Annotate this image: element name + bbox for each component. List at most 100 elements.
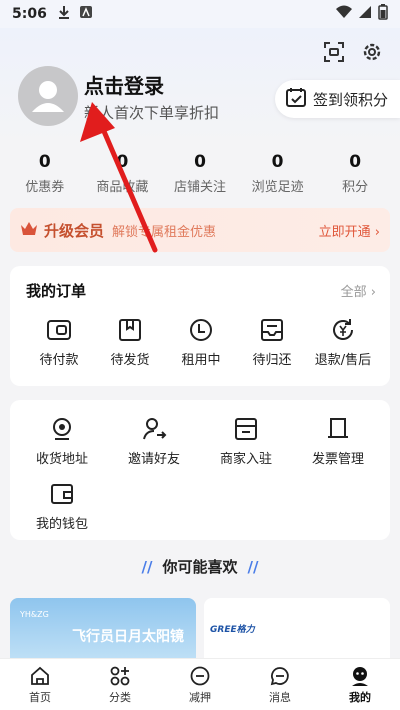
- tab-label: 消息: [269, 691, 291, 704]
- stat-history[interactable]: 0 浏览足迹: [242, 152, 314, 200]
- order-status-label: 退款/售后: [314, 353, 372, 368]
- profile-icon: [352, 667, 368, 686]
- crown-icon: [20, 220, 38, 240]
- deposit-icon: [190, 666, 210, 686]
- status-bar: 5:06: [0, 0, 400, 28]
- stat-points[interactable]: 0 积分: [319, 152, 391, 200]
- tab-deposit[interactable]: 减押: [160, 659, 240, 710]
- tool-address[interactable]: 收货地址: [16, 416, 108, 467]
- signin-label: 签到领积分: [312, 90, 388, 109]
- tool-label: 收货地址: [35, 452, 88, 467]
- orders-all-link[interactable]: 全部 ›: [341, 281, 376, 300]
- category-icon: [110, 666, 130, 686]
- decor-bars-icon: //: [141, 558, 153, 576]
- tool-label: 邀请好友: [127, 452, 180, 467]
- tool-wallet[interactable]: 我的钱包: [16, 481, 108, 532]
- tool-label: 商家入驻: [219, 452, 272, 467]
- stat-label: 浏览足迹: [251, 180, 304, 195]
- calendar-check-icon: [285, 86, 307, 112]
- order-status-label: 待发货: [110, 353, 150, 368]
- decor-bars-icon: //: [247, 558, 259, 576]
- tool-label: 我的钱包: [35, 517, 88, 532]
- scan-icon[interactable]: [322, 40, 346, 64]
- tab-profile[interactable]: 我的: [320, 659, 400, 710]
- product-brand-logo: GREE格力: [210, 625, 255, 635]
- stat-label: 优惠券: [25, 180, 65, 195]
- login-subtitle: 新人首次下单享折扣: [84, 104, 220, 122]
- login-title[interactable]: 点击登录: [84, 70, 164, 99]
- stat-favorites[interactable]: 0 商品收藏: [86, 152, 158, 200]
- order-status-label: 待付款: [39, 353, 79, 368]
- wallet-icon: [47, 320, 71, 340]
- vip-title: 升级会员: [44, 221, 105, 240]
- stat-coupons[interactable]: 0 优惠券: [9, 152, 81, 200]
- recommend-section-title: // 你可能喜欢 //: [0, 556, 400, 582]
- tool-label: 发票管理: [311, 452, 364, 467]
- order-pending-return[interactable]: 待归还: [239, 317, 305, 368]
- home-icon: [31, 666, 49, 685]
- tray-icon: [261, 319, 283, 341]
- settings-gear-icon[interactable]: [360, 40, 384, 64]
- tab-label: 分类: [109, 691, 131, 704]
- order-status-label: 租用中: [181, 353, 221, 368]
- stat-label: 店铺关注: [173, 180, 226, 195]
- tab-category[interactable]: 分类: [80, 659, 160, 710]
- stat-label: 商品收藏: [96, 180, 149, 195]
- stat-count: 0: [116, 152, 129, 172]
- tools-card: 收货地址 邀请好友 商家入驻 发票管理 我的钱包: [10, 400, 390, 540]
- clock-icon: [190, 319, 212, 341]
- order-status-row: 待付款 待发货 租用中 待归还 退款/售后: [26, 317, 376, 368]
- refund-icon: [333, 319, 353, 340]
- stat-count: 0: [194, 152, 206, 172]
- stat-label: 积分: [342, 180, 369, 195]
- invite-icon: [143, 418, 167, 440]
- status-time: 5:06: [12, 6, 47, 22]
- header-actions: [322, 40, 384, 64]
- signal-icon: [358, 5, 372, 23]
- stat-followed-shops[interactable]: 0 店铺关注: [164, 152, 236, 200]
- stats-row: 0 优惠券 0 商品收藏 0 店铺关注 0 浏览足迹 0 积分: [0, 148, 400, 200]
- product-card[interactable]: YH&ZG 飞行员日月太阳镜: [10, 598, 196, 660]
- tab-messages[interactable]: 消息: [240, 659, 320, 710]
- vip-desc: 解锁专属租金优惠: [112, 224, 217, 240]
- recommend-title: 你可能喜欢: [162, 558, 238, 576]
- tool-invite[interactable]: 邀请好友: [108, 416, 200, 467]
- order-refund[interactable]: 退款/售后: [310, 317, 376, 368]
- default-avatar-icon: [32, 81, 64, 112]
- product-card[interactable]: GREE格力: [204, 598, 390, 660]
- stat-count: 0: [38, 152, 51, 172]
- box-icon: [119, 319, 141, 341]
- avatar[interactable]: [18, 66, 78, 126]
- battery-icon: [378, 4, 388, 24]
- tab-label: 首页: [29, 691, 51, 704]
- store-icon: [235, 418, 257, 440]
- orders-header: 我的订单 全部 ›: [26, 280, 376, 301]
- order-pending-shipment[interactable]: 待发货: [97, 317, 163, 368]
- signin-points-button[interactable]: 签到领积分: [274, 80, 400, 118]
- wallet-icon: [51, 484, 73, 504]
- product-brand: YH&ZG: [20, 610, 49, 619]
- orders-title: 我的订单: [26, 282, 87, 300]
- tool-invoice[interactable]: 发票管理: [292, 416, 384, 467]
- tools-row: 我的钱包: [16, 481, 384, 532]
- bottom-tab-bar: 首页 分类 减押 消息 我的: [0, 658, 400, 710]
- order-status-label: 待归还: [252, 353, 292, 368]
- vip-banner[interactable]: 升级会员 解锁专属租金优惠 立即开通 ›: [10, 208, 390, 252]
- wifi-icon: [336, 5, 352, 23]
- tools-row: 收货地址 邀请好友 商家入驻 发票管理: [16, 416, 384, 467]
- order-pending-payment[interactable]: 待付款: [26, 317, 92, 368]
- orders-card: 我的订单 全部 › 待付款 待发货 租用中 待归还 退款/售后: [10, 266, 390, 386]
- download-icon: [57, 5, 71, 23]
- stat-count: 0: [349, 152, 362, 172]
- product-grid: YH&ZG 飞行员日月太阳镜 GREE格力: [10, 598, 390, 660]
- tab-home[interactable]: 首页: [0, 659, 80, 710]
- order-renting[interactable]: 租用中: [168, 317, 234, 368]
- product-banner-title: 飞行员日月太阳镜: [72, 629, 184, 645]
- tool-merchant[interactable]: 商家入驻: [200, 416, 292, 467]
- tab-label: 减押: [189, 691, 211, 704]
- tab-label: 我的: [349, 691, 371, 704]
- location-icon: [53, 418, 71, 440]
- vip-open-link[interactable]: 立即开通 ›: [319, 221, 380, 240]
- app-notification-icon: [79, 5, 93, 23]
- profile-header: 点击登录 新人首次下单享折扣 签到领积分: [0, 28, 400, 148]
